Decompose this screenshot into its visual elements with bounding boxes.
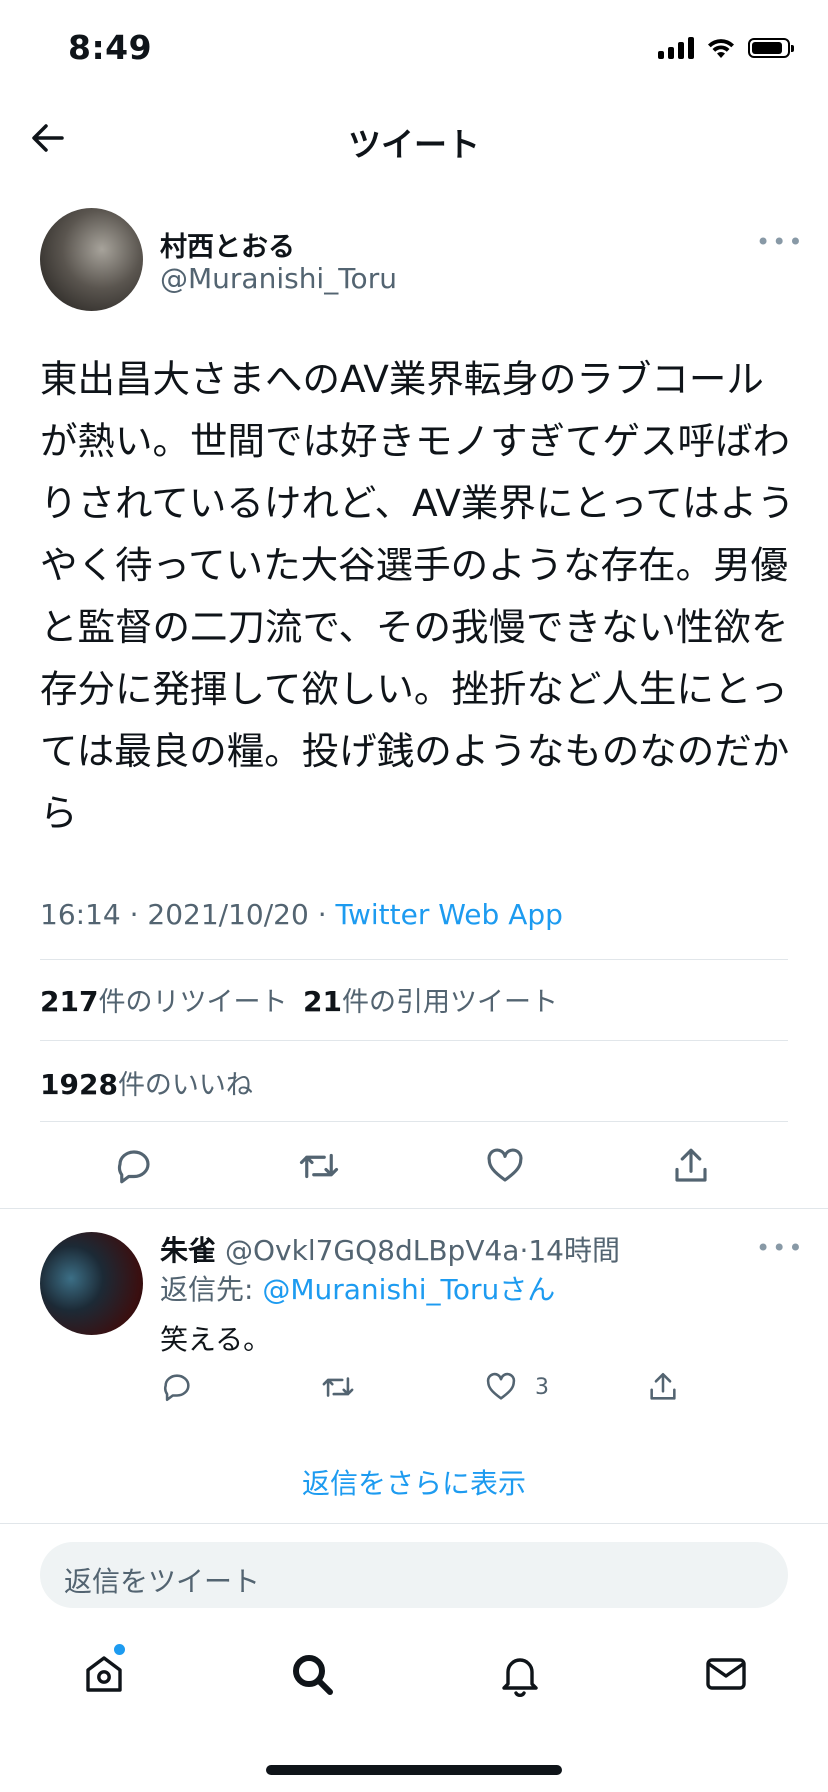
- show-more-replies-link[interactable]: 返信をさらに表示: [0, 1462, 828, 1502]
- reply-compose-placeholder: 返信をツイート: [64, 1565, 261, 1598]
- divider: [40, 1121, 788, 1122]
- tweet-meta: 16:14 · 2021/10/20 · Twitter Web App: [40, 898, 563, 931]
- notifications-icon[interactable]: [496, 1650, 544, 1698]
- tweet-source-link[interactable]: Twitter Web App: [336, 898, 563, 931]
- more-options-icon[interactable]: •••: [756, 228, 804, 256]
- divider: [0, 1208, 828, 1209]
- quotes-stat[interactable]: 21件の引用ツイート: [303, 980, 558, 1019]
- divider: [40, 959, 788, 960]
- reply-to-mention[interactable]: @Muranishi_Toru: [262, 1273, 499, 1306]
- like-icon[interactable]: [484, 1145, 526, 1187]
- page-title: ツイート: [348, 125, 480, 164]
- likes-stat[interactable]: 1928件のいいね: [40, 1063, 253, 1102]
- reply-author-handle: @Ovkl7GQ8dLBpV4a·14時間: [225, 1229, 620, 1269]
- messages-icon[interactable]: [702, 1650, 750, 1698]
- status-time: 8:49: [68, 28, 153, 67]
- cellular-signal-icon: [658, 37, 694, 59]
- author-name[interactable]: 村西とおる: [160, 225, 295, 264]
- likes-label: 件のいいね: [117, 1070, 253, 1101]
- home-icon[interactable]: [80, 1650, 128, 1698]
- tweet-text: 東出昌大さまへのAV業界転身のラブコールが熱い。世間では好きモノすぎてゲス呼ばわ…: [40, 357, 795, 835]
- reply-share-icon[interactable]: [646, 1370, 680, 1404]
- likes-count: 1928: [40, 1068, 118, 1101]
- quotes-label: 件の引用ツイート: [341, 987, 558, 1018]
- tweet-date: 2021/10/20: [147, 898, 309, 931]
- meta-separator: ·: [308, 898, 336, 931]
- meta-separator: ·: [120, 898, 148, 931]
- reply-reply-icon[interactable]: [160, 1370, 194, 1404]
- battery-icon: [748, 38, 794, 58]
- divider: [0, 1523, 828, 1524]
- reply-icon[interactable]: [113, 1145, 155, 1187]
- reply-to-line: 返信先: @Muranishi_Toruさん: [160, 1268, 555, 1308]
- reply-more-options-icon[interactable]: •••: [756, 1234, 804, 1262]
- reply-retweet-icon[interactable]: [321, 1370, 355, 1404]
- author-avatar[interactable]: [40, 208, 143, 311]
- share-icon[interactable]: [670, 1145, 712, 1187]
- reply-handle-text[interactable]: @Ovkl7GQ8dLBpV4a: [225, 1234, 519, 1267]
- reply-like-count: 3: [535, 1375, 549, 1400]
- retweets-stat[interactable]: 217件のリツイート: [40, 980, 287, 1019]
- quotes-count: 21: [303, 985, 342, 1018]
- wifi-icon: [708, 39, 734, 58]
- retweets-count: 217: [40, 985, 99, 1018]
- tweet-time: 16:14: [40, 898, 121, 931]
- reply-like-icon[interactable]: [484, 1370, 518, 1404]
- search-icon[interactable]: [288, 1650, 336, 1698]
- home-notification-dot: [114, 1644, 125, 1655]
- reply-time: 14時間: [528, 1234, 620, 1267]
- retweets-label: 件のリツイート: [98, 987, 288, 1018]
- reply-text: 笑える。: [160, 1323, 272, 1356]
- status-icons: [658, 36, 794, 60]
- retweet-icon[interactable]: [298, 1145, 340, 1187]
- home-indicator: [266, 1765, 562, 1775]
- reply-author-name[interactable]: 朱雀: [160, 1229, 216, 1269]
- reply-avatar[interactable]: [40, 1232, 143, 1335]
- author-handle[interactable]: @Muranishi_Toru: [160, 262, 397, 295]
- divider: [40, 1040, 788, 1041]
- reply-to-prefix: 返信先:: [160, 1273, 263, 1306]
- reply-to-suffix: さん: [499, 1273, 556, 1306]
